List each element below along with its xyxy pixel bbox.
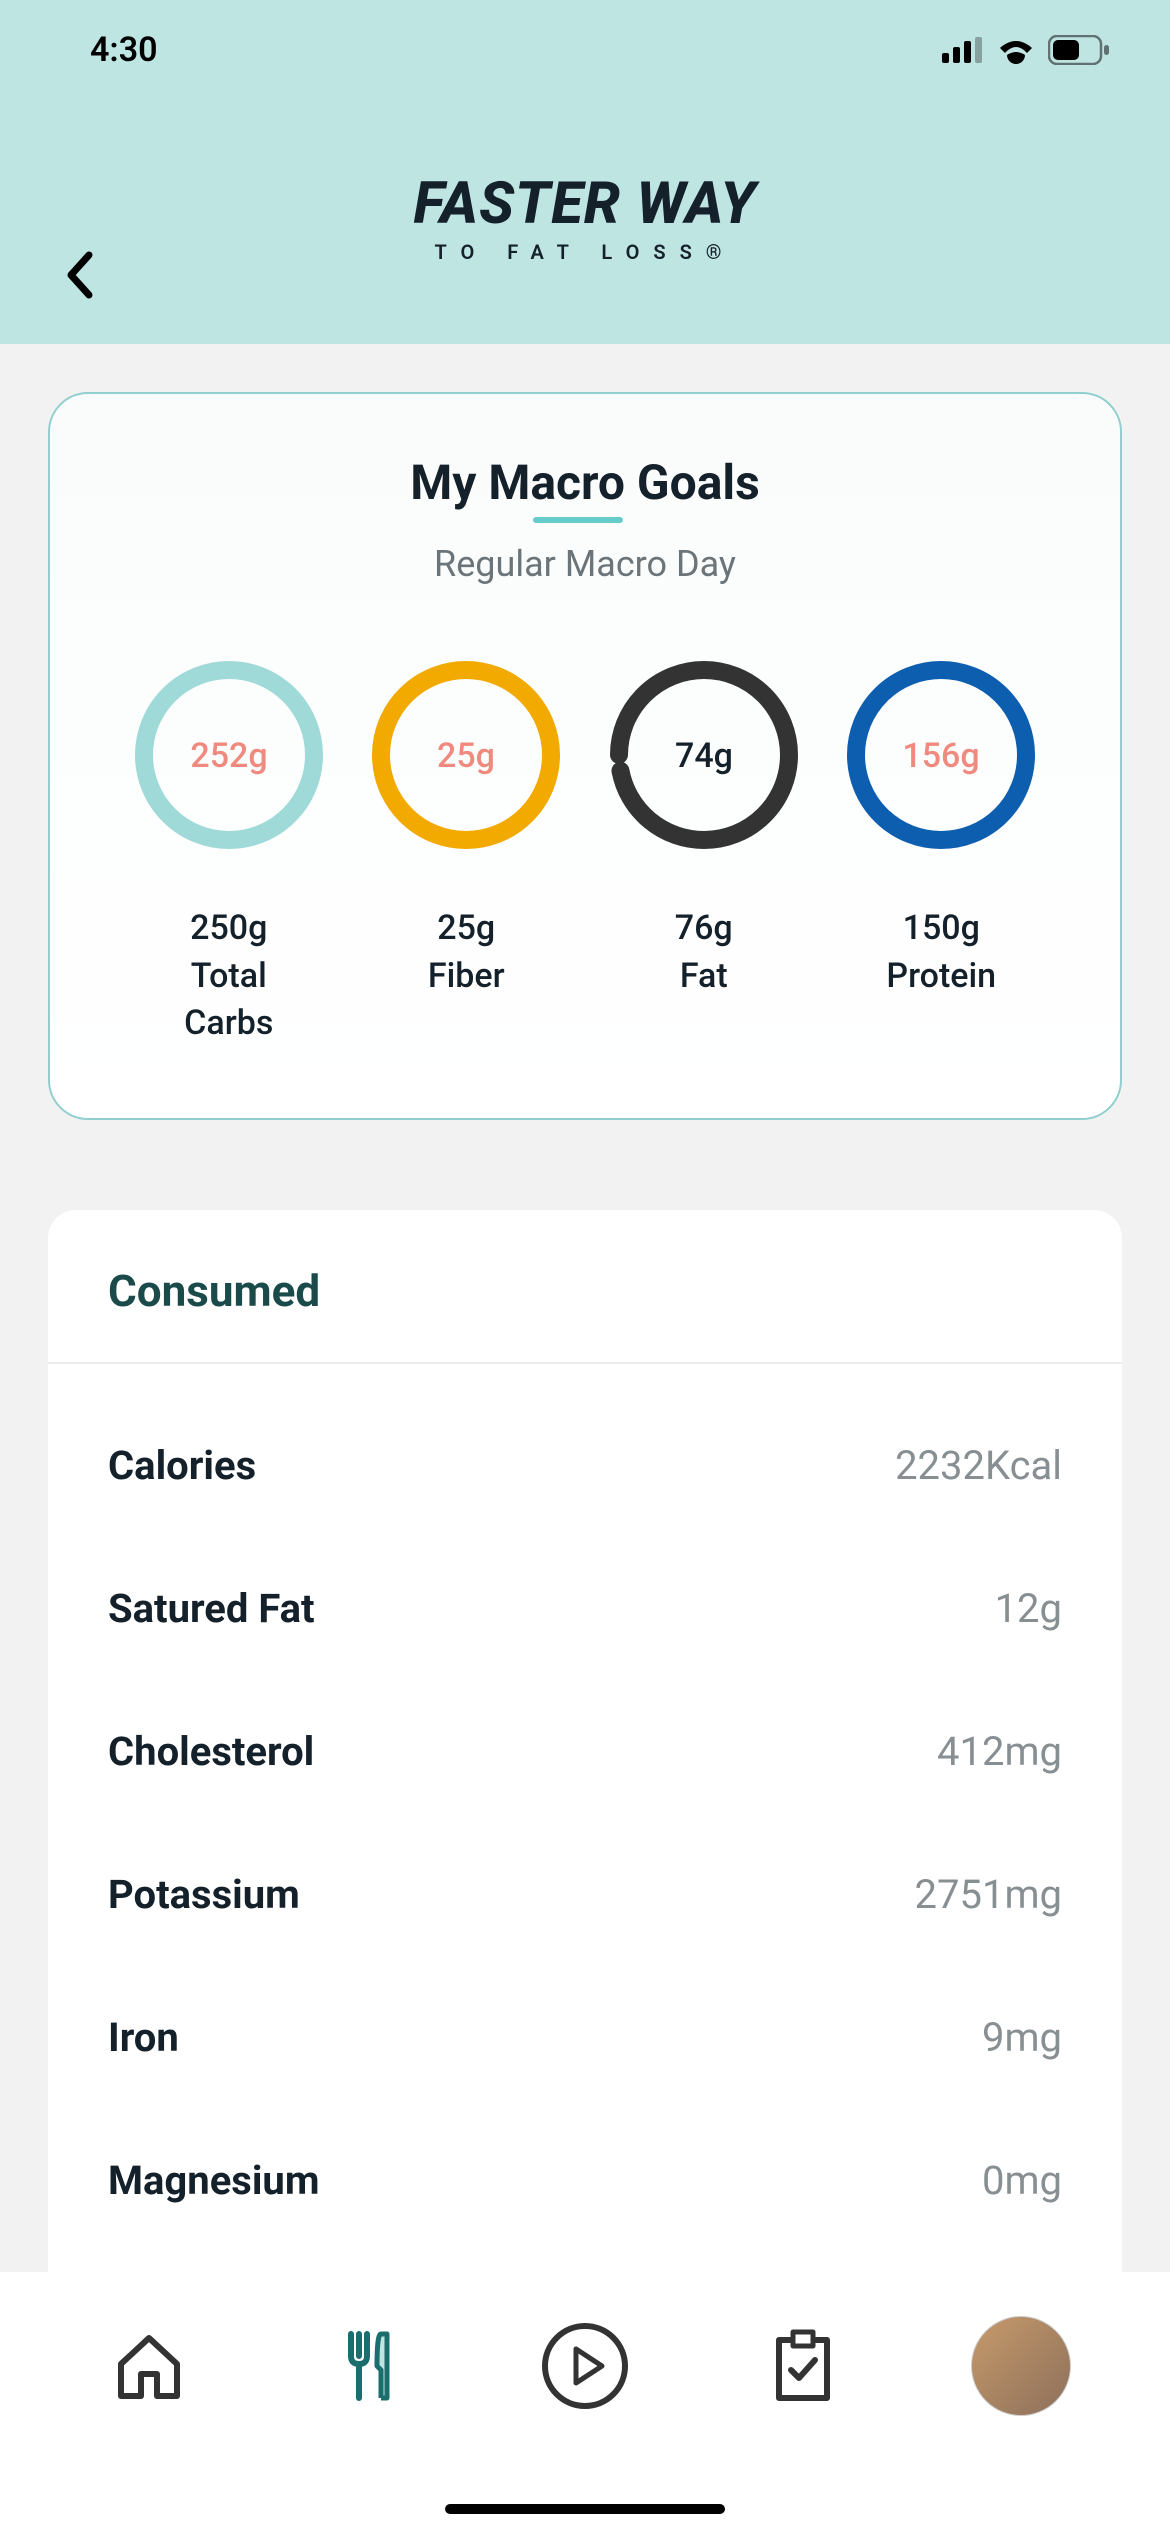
logo-main-text: FASTER WAY: [414, 170, 757, 238]
play-circle-icon: [540, 2321, 630, 2411]
app-logo: FASTER WAY TO FAT LOSS®: [414, 170, 757, 264]
consumed-label: Calories: [108, 1442, 256, 1489]
progress-ring-icon: 25g: [366, 655, 566, 855]
tab-food[interactable]: [317, 2316, 417, 2416]
logo-sub-text: TO FAT LOSS®: [434, 240, 735, 264]
consumed-row: Magnesium 0mg: [108, 2109, 1062, 2252]
tab-play[interactable]: [535, 2316, 635, 2416]
macro-goal-label: 150gProtein: [886, 905, 996, 1000]
macro-ring-item: 25g 25gFiber: [348, 655, 586, 1048]
consumed-value: 412mg: [937, 1728, 1062, 1775]
consumed-title: Consumed: [108, 1265, 1062, 1317]
consumed-row: Calories 2232Kcal: [108, 1394, 1062, 1537]
progress-ring-icon: 74g: [604, 655, 804, 855]
consumed-row: Potassium 2751mg: [108, 1823, 1062, 1966]
wifi-icon: [996, 36, 1036, 64]
consumed-value: 2232Kcal: [895, 1442, 1062, 1489]
home-icon: [109, 2326, 189, 2406]
macro-current-value: 156g: [903, 736, 980, 776]
macro-goals-card: My Macro Goals Regular Macro Day 252g 25…: [48, 392, 1122, 1120]
consumed-label: Iron: [108, 2014, 179, 2061]
tab-bar: [0, 2272, 1170, 2532]
consumed-row: Iron 9mg: [108, 1966, 1062, 2109]
macro-goal-label: 250gTotalCarbs: [184, 905, 273, 1048]
tab-home[interactable]: [99, 2316, 199, 2416]
progress-ring-icon: 156g: [841, 655, 1041, 855]
avatar: [971, 2316, 1071, 2416]
chevron-left-icon: [65, 251, 95, 299]
macro-current-value: 74g: [675, 736, 733, 776]
fork-knife-icon: [327, 2326, 407, 2406]
tab-profile[interactable]: [971, 2316, 1071, 2416]
cellular-icon: [942, 37, 984, 63]
macro-rings-row: 252g 250gTotalCarbs 25g 25gFiber 74g 76g…: [100, 655, 1070, 1048]
clipboard-check-icon: [763, 2326, 843, 2406]
home-indicator: [445, 2504, 725, 2514]
macro-ring-item: 252g 250gTotalCarbs: [110, 655, 348, 1048]
consumed-row: Zinc 0mg: [108, 2252, 1062, 2272]
consumed-value: 12g: [995, 1585, 1062, 1632]
consumed-label: Magnesium: [108, 2157, 319, 2204]
macro-goals-subtitle: Regular Macro Day: [100, 543, 1070, 585]
macro-ring-item: 74g 76gFat: [585, 655, 823, 1048]
status-bar: 4:30: [0, 0, 1170, 100]
status-icons: [942, 35, 1110, 65]
macro-ring-item: 156g 150gProtein: [823, 655, 1061, 1048]
progress-ring-icon: 252g: [129, 655, 329, 855]
battery-icon: [1048, 35, 1110, 65]
consumed-label: Cholesterol: [108, 1728, 314, 1775]
consumed-label: Potassium: [108, 1871, 300, 1918]
macro-current-value: 25g: [437, 736, 495, 776]
consumed-label: Satured Fat: [108, 1585, 315, 1632]
macro-goal-label: 76gFat: [675, 905, 733, 1000]
back-button[interactable]: [50, 245, 110, 305]
tab-checklist[interactable]: [753, 2316, 853, 2416]
consumed-header: Consumed: [48, 1210, 1122, 1364]
consumed-list: Calories 2232Kcal Satured Fat 12g Choles…: [48, 1364, 1122, 2272]
consumed-row: Cholesterol 412mg: [108, 1680, 1062, 1823]
consumed-card: Consumed Calories 2232Kcal Satured Fat 1…: [48, 1210, 1122, 2272]
consumed-row: Satured Fat 12g: [108, 1537, 1062, 1680]
consumed-value: 2751mg: [915, 1871, 1062, 1918]
macro-goal-label: 25gFiber: [428, 905, 505, 1000]
status-time: 4:30: [90, 30, 158, 70]
consumed-value: 9mg: [982, 2014, 1062, 2061]
content-scroll[interactable]: My Macro Goals Regular Macro Day 252g 25…: [0, 344, 1170, 2272]
consumed-value: 0mg: [982, 2157, 1062, 2204]
macro-current-value: 252g: [190, 736, 267, 776]
macro-goals-title: My Macro Goals: [410, 454, 760, 511]
